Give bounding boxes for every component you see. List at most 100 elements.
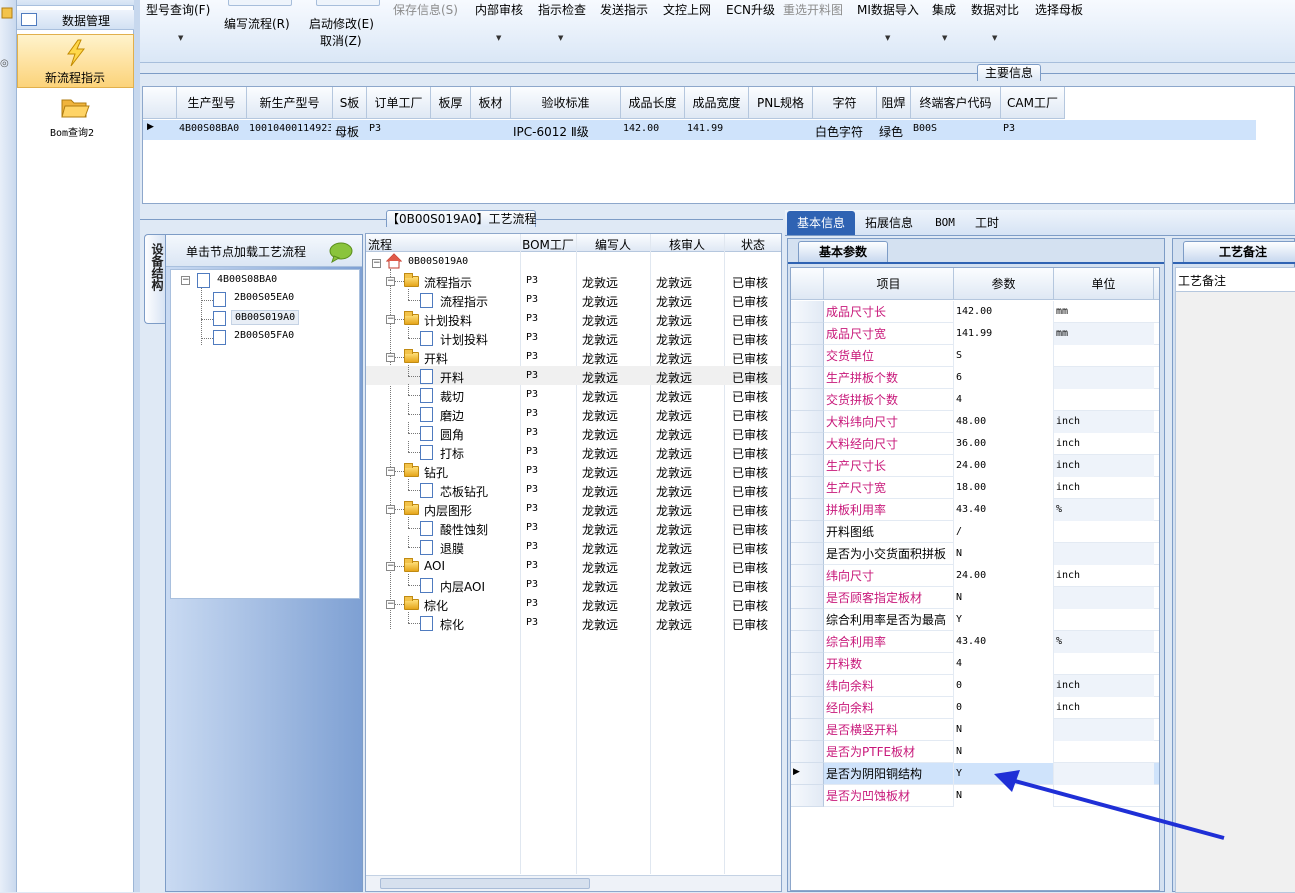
- param-row[interactable]: 综合利用率 43.40%: [791, 631, 1159, 653]
- tree-node[interactable]: 0B00S019A0: [408, 256, 468, 267]
- param-row[interactable]: 生产拼板个数 6: [791, 367, 1159, 389]
- tree-node[interactable]: 流程指示: [424, 274, 472, 291]
- tab-device-structure[interactable]: 设备结构: [144, 234, 166, 324]
- row-selector[interactable]: [791, 543, 824, 565]
- param-row[interactable]: 是否为小交货面积拼板 N: [791, 543, 1159, 565]
- mi-import-button[interactable]: MI数据导入: [857, 1, 919, 18]
- toolbar-input-partial[interactable]: [228, 0, 292, 6]
- nav-item-new-flow[interactable]: 新流程指示: [17, 34, 134, 88]
- column-header[interactable]: 单位: [1054, 268, 1154, 300]
- chevron-down-icon[interactable]: ▼: [496, 34, 501, 42]
- collapse-toggle[interactable]: −: [372, 259, 381, 268]
- save-info-button[interactable]: 保存信息(S): [393, 1, 458, 18]
- param-row[interactable]: 交货单位 S: [791, 345, 1159, 367]
- row-selector[interactable]: [791, 433, 824, 455]
- chevron-down-icon[interactable]: ▼: [992, 34, 997, 42]
- param-row[interactable]: 拼板利用率 43.40%: [791, 499, 1159, 521]
- param-row[interactable]: 成品尺寸长 142.00 mm: [791, 301, 1159, 323]
- send-instruction-button[interactable]: 发送指示: [600, 1, 648, 18]
- row-selector[interactable]: [791, 719, 824, 741]
- tree-node[interactable]: 内层图形: [424, 502, 472, 519]
- tree-node[interactable]: 芯板钻孔: [440, 483, 488, 500]
- param-value[interactable]: 48.00: [954, 411, 1054, 433]
- column-header[interactable]: 新生产型号: [247, 87, 333, 119]
- collapse-toggle[interactable]: −: [386, 600, 395, 609]
- param-value[interactable]: N: [954, 543, 1054, 565]
- tree-node[interactable]: 2B00S05EA0: [231, 291, 297, 304]
- param-value[interactable]: 0: [954, 675, 1054, 697]
- tree-node[interactable]: 裁切: [440, 388, 464, 405]
- doc-online-button[interactable]: 文控上网: [663, 1, 711, 18]
- param-value[interactable]: 4: [954, 389, 1054, 411]
- row-selector[interactable]: [791, 565, 824, 587]
- row-selector[interactable]: [791, 653, 824, 675]
- tree-node[interactable]: 计划投料: [440, 331, 488, 348]
- param-row[interactable]: 生产尺寸宽 18.00 inch: [791, 477, 1159, 499]
- param-row[interactable]: 大料纬向尺寸 48.00 inch: [791, 411, 1159, 433]
- param-row[interactable]: 是否横竖开料 N: [791, 719, 1159, 741]
- instruction-check-button[interactable]: 指示检查: [538, 1, 586, 18]
- column-header[interactable]: 核审人: [652, 236, 722, 253]
- collapse-toggle[interactable]: −: [181, 276, 190, 285]
- collapse-toggle[interactable]: −: [386, 353, 395, 362]
- row-selector[interactable]: [791, 411, 824, 433]
- column-header[interactable]: 状态: [726, 236, 780, 253]
- row-selector[interactable]: [791, 367, 824, 389]
- scrollbar-thumb[interactable]: [380, 878, 590, 889]
- column-header[interactable]: CAM工厂: [1001, 87, 1065, 119]
- write-flow-button[interactable]: 编写流程(R): [224, 15, 290, 32]
- param-value[interactable]: 43.40: [954, 631, 1054, 653]
- tree-node[interactable]: AOI: [424, 559, 445, 573]
- row-selector[interactable]: [791, 499, 824, 521]
- param-value[interactable]: 24.00: [954, 455, 1054, 477]
- tree-node[interactable]: 棕化: [424, 597, 448, 614]
- collapse-toggle[interactable]: −: [386, 505, 395, 514]
- row-selector[interactable]: ▶: [791, 763, 824, 785]
- tab-basic-info[interactable]: 基本信息: [787, 211, 855, 235]
- param-row[interactable]: 开料图纸 /: [791, 521, 1159, 543]
- param-value[interactable]: Y: [954, 609, 1054, 631]
- internal-audit-button[interactable]: 内部审核: [475, 1, 523, 18]
- param-value[interactable]: N: [954, 741, 1054, 763]
- tree-node[interactable]: 0B00S019A0: [231, 310, 300, 325]
- param-value[interactable]: 141.99: [954, 323, 1054, 345]
- param-value[interactable]: N: [954, 587, 1054, 609]
- tree-node[interactable]: 退膜: [440, 540, 464, 557]
- cancel-button[interactable]: 取消(Z): [320, 32, 362, 49]
- column-header[interactable]: 流程: [368, 236, 518, 253]
- row-selector[interactable]: [791, 631, 824, 653]
- tree-node[interactable]: 酸性蚀刻: [440, 521, 488, 538]
- row-selector[interactable]: [791, 301, 824, 323]
- integrate-button[interactable]: 集成: [932, 1, 956, 18]
- param-value[interactable]: S: [954, 345, 1054, 367]
- data-compare-button[interactable]: 数据对比: [971, 1, 1019, 18]
- param-value[interactable]: /: [954, 521, 1054, 543]
- select-all-corner[interactable]: [791, 268, 824, 300]
- tab-extended-info[interactable]: 拓展信息: [857, 211, 921, 235]
- param-row[interactable]: 纬向尺寸 24.00 inch: [791, 565, 1159, 587]
- param-value[interactable]: 142.00: [954, 301, 1054, 323]
- model-query-button[interactable]: 型号查询(F): [146, 1, 210, 18]
- collapse-toggle[interactable]: −: [386, 467, 395, 476]
- param-value[interactable]: 6: [954, 367, 1054, 389]
- tab-bom[interactable]: BOM: [923, 211, 967, 235]
- param-value[interactable]: 4: [954, 653, 1054, 675]
- table-row[interactable]: ▶ 4B00S08BA0 10010400114923 母板 P3 IPC-6012 Ⅱ级…: [143, 120, 1256, 140]
- param-row[interactable]: 交货拼板个数 4: [791, 389, 1159, 411]
- nav-item-bom-query[interactable]: Bom查询2: [17, 90, 134, 142]
- ecn-upgrade-button[interactable]: ECN升级: [726, 1, 775, 18]
- tree-node[interactable]: 打标: [440, 445, 464, 462]
- column-header[interactable]: 板厚: [431, 87, 471, 119]
- column-header[interactable]: 生产型号: [177, 87, 247, 119]
- row-selector[interactable]: [791, 609, 824, 631]
- row-selector[interactable]: [791, 697, 824, 719]
- tree-node[interactable]: 钻孔: [424, 464, 448, 481]
- param-row[interactable]: 大料经向尺寸 36.00 inch: [791, 433, 1159, 455]
- select-master-button[interactable]: 选择母板: [1035, 1, 1083, 18]
- param-value[interactable]: 24.00: [954, 565, 1054, 587]
- start-modify-button[interactable]: 启动修改(E): [309, 15, 374, 32]
- tree-node[interactable]: 开料: [440, 369, 464, 386]
- param-row[interactable]: 是否为PTFE板材 N: [791, 741, 1159, 763]
- tree-node[interactable]: 内层AOI: [440, 578, 485, 595]
- row-selector[interactable]: [791, 521, 824, 543]
